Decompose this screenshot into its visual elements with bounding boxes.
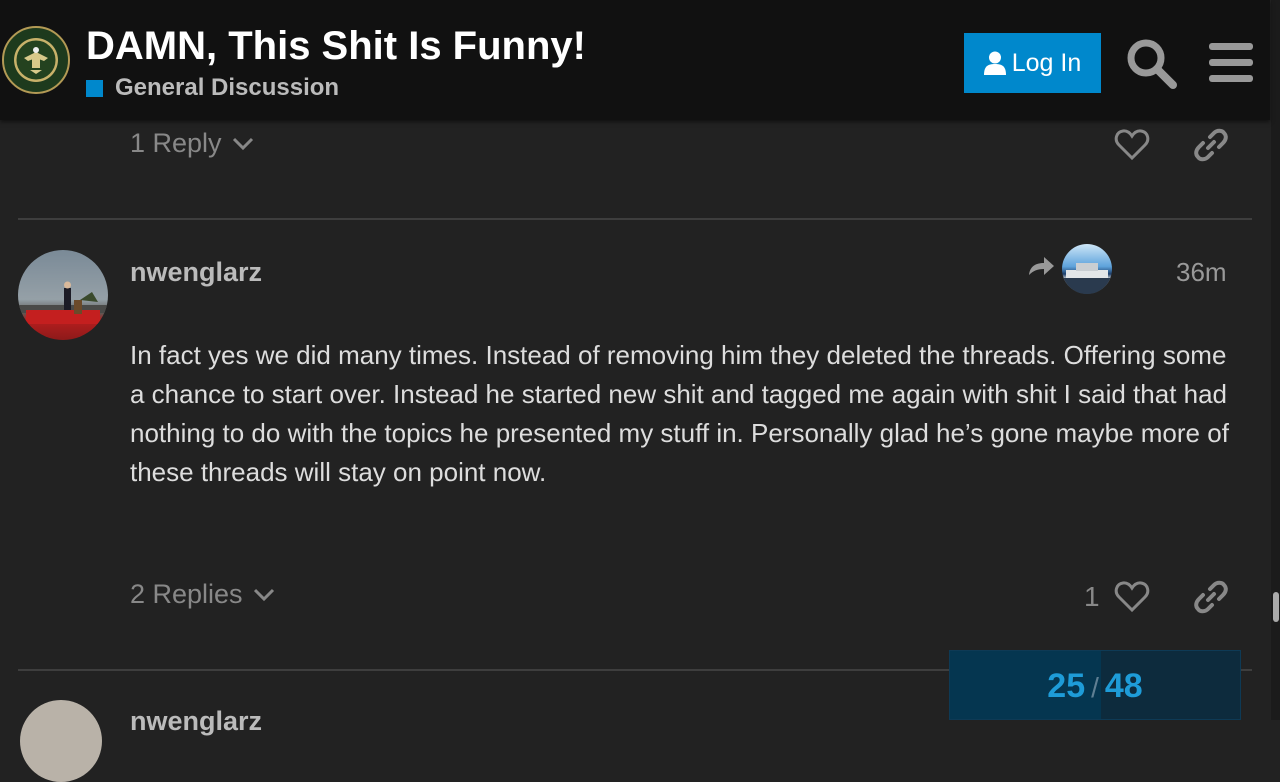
progress-total: 48	[1104, 667, 1143, 705]
link-icon[interactable]	[1193, 127, 1229, 163]
reply-to-tab[interactable]	[1026, 243, 1116, 295]
avatar[interactable]	[20, 700, 102, 782]
login-button[interactable]: Log In	[964, 33, 1101, 93]
progress-current: 25	[1047, 667, 1086, 705]
heart-icon[interactable]	[1114, 579, 1150, 615]
reply-arrow-icon	[1029, 257, 1054, 275]
replies-label: 1 Reply	[130, 128, 222, 158]
search-icon[interactable]	[1124, 36, 1178, 90]
reply-to-avatar	[1062, 244, 1112, 294]
avatar-photo	[18, 281, 108, 324]
post-author[interactable]: nwenglarz	[130, 257, 262, 288]
scrollbar-thumb[interactable]	[1273, 592, 1279, 622]
post-body-text: In fact yes we did many times. Instead o…	[130, 340, 1229, 487]
heart-icon[interactable]	[1114, 127, 1150, 163]
chevron-down-icon	[232, 137, 253, 150]
show-replies-button[interactable]: 1 Reply	[130, 128, 254, 159]
eagle-emblem-icon	[15, 39, 57, 81]
post-divider	[18, 218, 1252, 220]
category-badge[interactable]: General Discussion	[86, 74, 339, 102]
category-color-swatch	[86, 79, 103, 97]
site-header: DAMN, This Shit Is Funny! General Discus…	[0, 0, 1270, 120]
show-replies-button[interactable]: 2 Replies	[130, 579, 275, 610]
progress-separator: /	[1091, 672, 1099, 703]
avatar[interactable]	[18, 250, 108, 340]
topic-progress[interactable]: 25/48	[949, 650, 1241, 720]
user-icon	[983, 51, 1006, 75]
site-logo[interactable]	[2, 26, 70, 94]
replies-label: 2 Replies	[130, 579, 243, 609]
ship-photo	[1062, 263, 1112, 294]
hamburger-menu-icon[interactable]	[1204, 36, 1258, 90]
post-date[interactable]: 36m	[1176, 257, 1227, 288]
like-count[interactable]: 1	[1084, 581, 1100, 613]
topic-title[interactable]: DAMN, This Shit Is Funny!	[86, 24, 586, 69]
post-author[interactable]: nwenglarz	[130, 706, 262, 737]
link-icon[interactable]	[1193, 579, 1229, 615]
category-name: General Discussion	[115, 74, 340, 101]
progress-text: 25/48	[950, 667, 1240, 706]
chevron-down-icon	[253, 588, 274, 601]
login-label: Log In	[1011, 48, 1082, 77]
